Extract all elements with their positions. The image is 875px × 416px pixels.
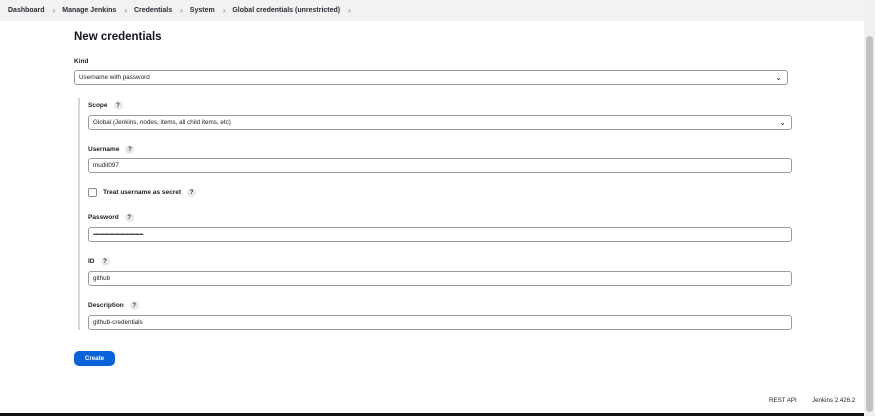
scrollbar-thumb[interactable] bbox=[866, 36, 873, 412]
username-help-icon[interactable]: ? bbox=[125, 145, 135, 154]
scope-select-value: Global (Jenkins, nodes, items, all child… bbox=[93, 119, 231, 126]
username-label-text: Username bbox=[88, 146, 120, 153]
vertical-scrollbar[interactable] bbox=[864, 0, 875, 416]
id-input[interactable]: github bbox=[88, 271, 792, 286]
breadcrumb-global-credentials[interactable]: Global credentials (unrestricted) bbox=[232, 7, 340, 14]
scope-label: Scope ? bbox=[88, 101, 123, 110]
id-label-text: ID bbox=[88, 258, 95, 265]
create-button[interactable]: Create bbox=[74, 351, 115, 366]
breadcrumb-system[interactable]: System bbox=[190, 7, 215, 14]
breadcrumb-dashboard[interactable]: Dashboard bbox=[8, 7, 45, 14]
breadcrumb-manage-jenkins[interactable]: Manage Jenkins bbox=[62, 7, 116, 14]
page-title: New credentials bbox=[74, 31, 162, 43]
breadcrumb: Dashboard › Manage Jenkins › Credentials… bbox=[0, 0, 864, 21]
id-input-value: github bbox=[93, 275, 111, 282]
chevron-down-icon: ⌄ bbox=[775, 73, 782, 82]
scope-help-icon[interactable]: ? bbox=[113, 101, 123, 110]
kind-select[interactable]: Username with password ⌄ bbox=[74, 70, 788, 85]
username-input-value: mudit097 bbox=[93, 162, 119, 169]
password-label-text: Password bbox=[88, 214, 119, 221]
treat-username-secret-text: Treat username as secret bbox=[103, 189, 182, 196]
breadcrumb-credentials[interactable]: Credentials bbox=[134, 7, 172, 14]
description-input[interactable]: github-credentials bbox=[88, 315, 792, 330]
kind-label: Kind bbox=[74, 58, 88, 65]
kind-select-value: Username with password bbox=[79, 74, 150, 81]
treat-username-secret-checkbox[interactable] bbox=[88, 188, 97, 197]
nested-section-bar bbox=[78, 98, 80, 330]
treat-username-secret-label: Treat username as secret ? bbox=[103, 188, 197, 197]
password-label: Password ? bbox=[88, 213, 134, 222]
scope-select[interactable]: Global (Jenkins, nodes, items, all child… bbox=[88, 115, 792, 130]
description-input-value: github-credentials bbox=[93, 319, 143, 326]
treat-secret-help-icon[interactable]: ? bbox=[187, 188, 197, 197]
chevron-right-icon: › bbox=[222, 6, 226, 15]
chevron-right-icon[interactable]: › bbox=[348, 6, 351, 15]
description-label: Description ? bbox=[88, 301, 139, 310]
username-input[interactable]: mudit097 bbox=[88, 158, 792, 173]
chevron-right-icon: › bbox=[52, 6, 56, 15]
password-help-icon[interactable]: ? bbox=[124, 213, 134, 222]
chevron-down-icon: ⌄ bbox=[779, 118, 786, 127]
description-label-text: Description bbox=[88, 302, 124, 309]
jenkins-version-link[interactable]: Jenkins 2.426.2 bbox=[812, 397, 855, 404]
rest-api-link[interactable]: REST API bbox=[769, 397, 797, 404]
chevron-right-icon: › bbox=[180, 6, 183, 15]
username-label: Username ? bbox=[88, 145, 135, 154]
chevron-right-icon: › bbox=[124, 6, 127, 15]
scope-label-text: Scope bbox=[88, 102, 108, 109]
description-help-icon[interactable]: ? bbox=[129, 301, 139, 310]
kind-label-text: Kind bbox=[74, 58, 89, 65]
id-label: ID ? bbox=[88, 257, 110, 266]
id-help-icon[interactable]: ? bbox=[100, 257, 110, 266]
password-input-value: •••••••••••••••••••••••••••••••••••••••• bbox=[93, 231, 144, 238]
password-input[interactable]: •••••••••••••••••••••••••••••••••••••••• bbox=[88, 227, 792, 242]
